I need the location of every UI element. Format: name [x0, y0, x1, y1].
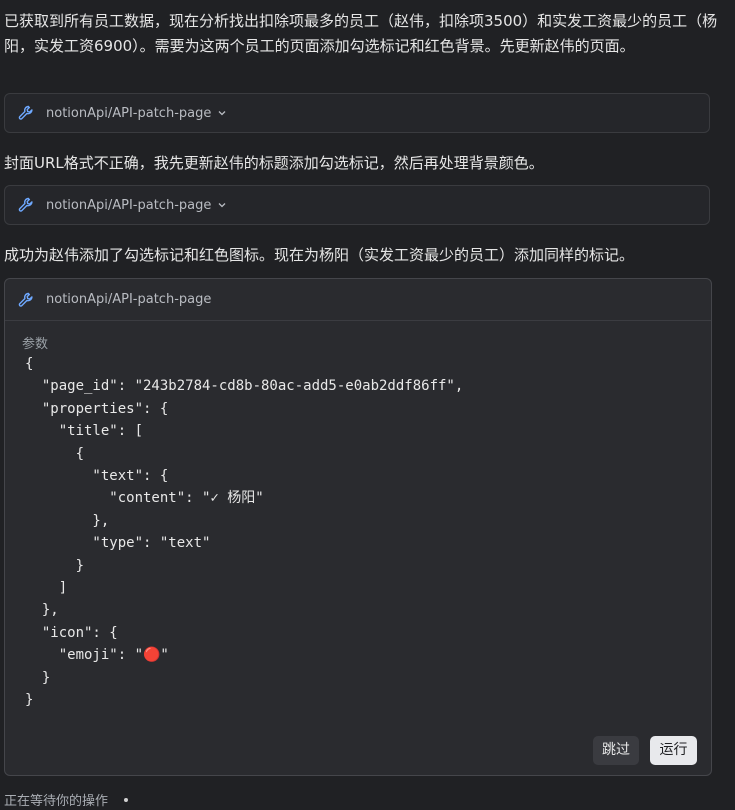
params-json: { "page_id": "243b2784-cd8b-80ac-add5-e0…: [25, 356, 464, 709]
skip-button[interactable]: 跳过: [593, 736, 639, 765]
wrench-icon: [18, 197, 34, 213]
tool-call-name: notionApi/API-patch-page: [46, 197, 212, 213]
tool-call-2[interactable]: notionApi/API-patch-page: [4, 185, 710, 225]
wrench-icon: [18, 292, 34, 308]
assistant-message-3: 成功为赵伟添加了勾选标记和红色图标。现在为杨阳（实发工资最少的员工）添加同样的标…: [4, 246, 635, 264]
tool-call-header[interactable]: notionApi/API-patch-page: [5, 279, 711, 321]
chevron-down-icon: [217, 108, 227, 118]
assistant-message-1: 已获取到所有员工数据，现在分析找出扣除项最多的员工（赵伟，扣除项3500）和实发…: [4, 12, 718, 55]
params-label: 参数: [22, 337, 49, 352]
tool-call-1[interactable]: notionApi/API-patch-page: [4, 93, 710, 133]
loading-dot-icon: [124, 797, 129, 802]
assistant-message-2: 封面URL格式不正确，我先更新赵伟的标题添加勾选标记，然后再处理背景颜色。: [4, 154, 544, 172]
run-button[interactable]: 运行: [650, 736, 697, 765]
tool-call-name: notionApi/API-patch-page: [46, 292, 212, 307]
tool-call-3-expanded: notionApi/API-patch-page 参数 { "page_id":…: [4, 278, 712, 776]
wrench-icon: [18, 105, 34, 121]
tool-call-name: notionApi/API-patch-page: [46, 105, 212, 121]
status-text: 正在等待你的操作: [4, 794, 109, 809]
status-bar: 正在等待你的操作: [4, 790, 129, 809]
chevron-down-icon: [217, 200, 227, 210]
